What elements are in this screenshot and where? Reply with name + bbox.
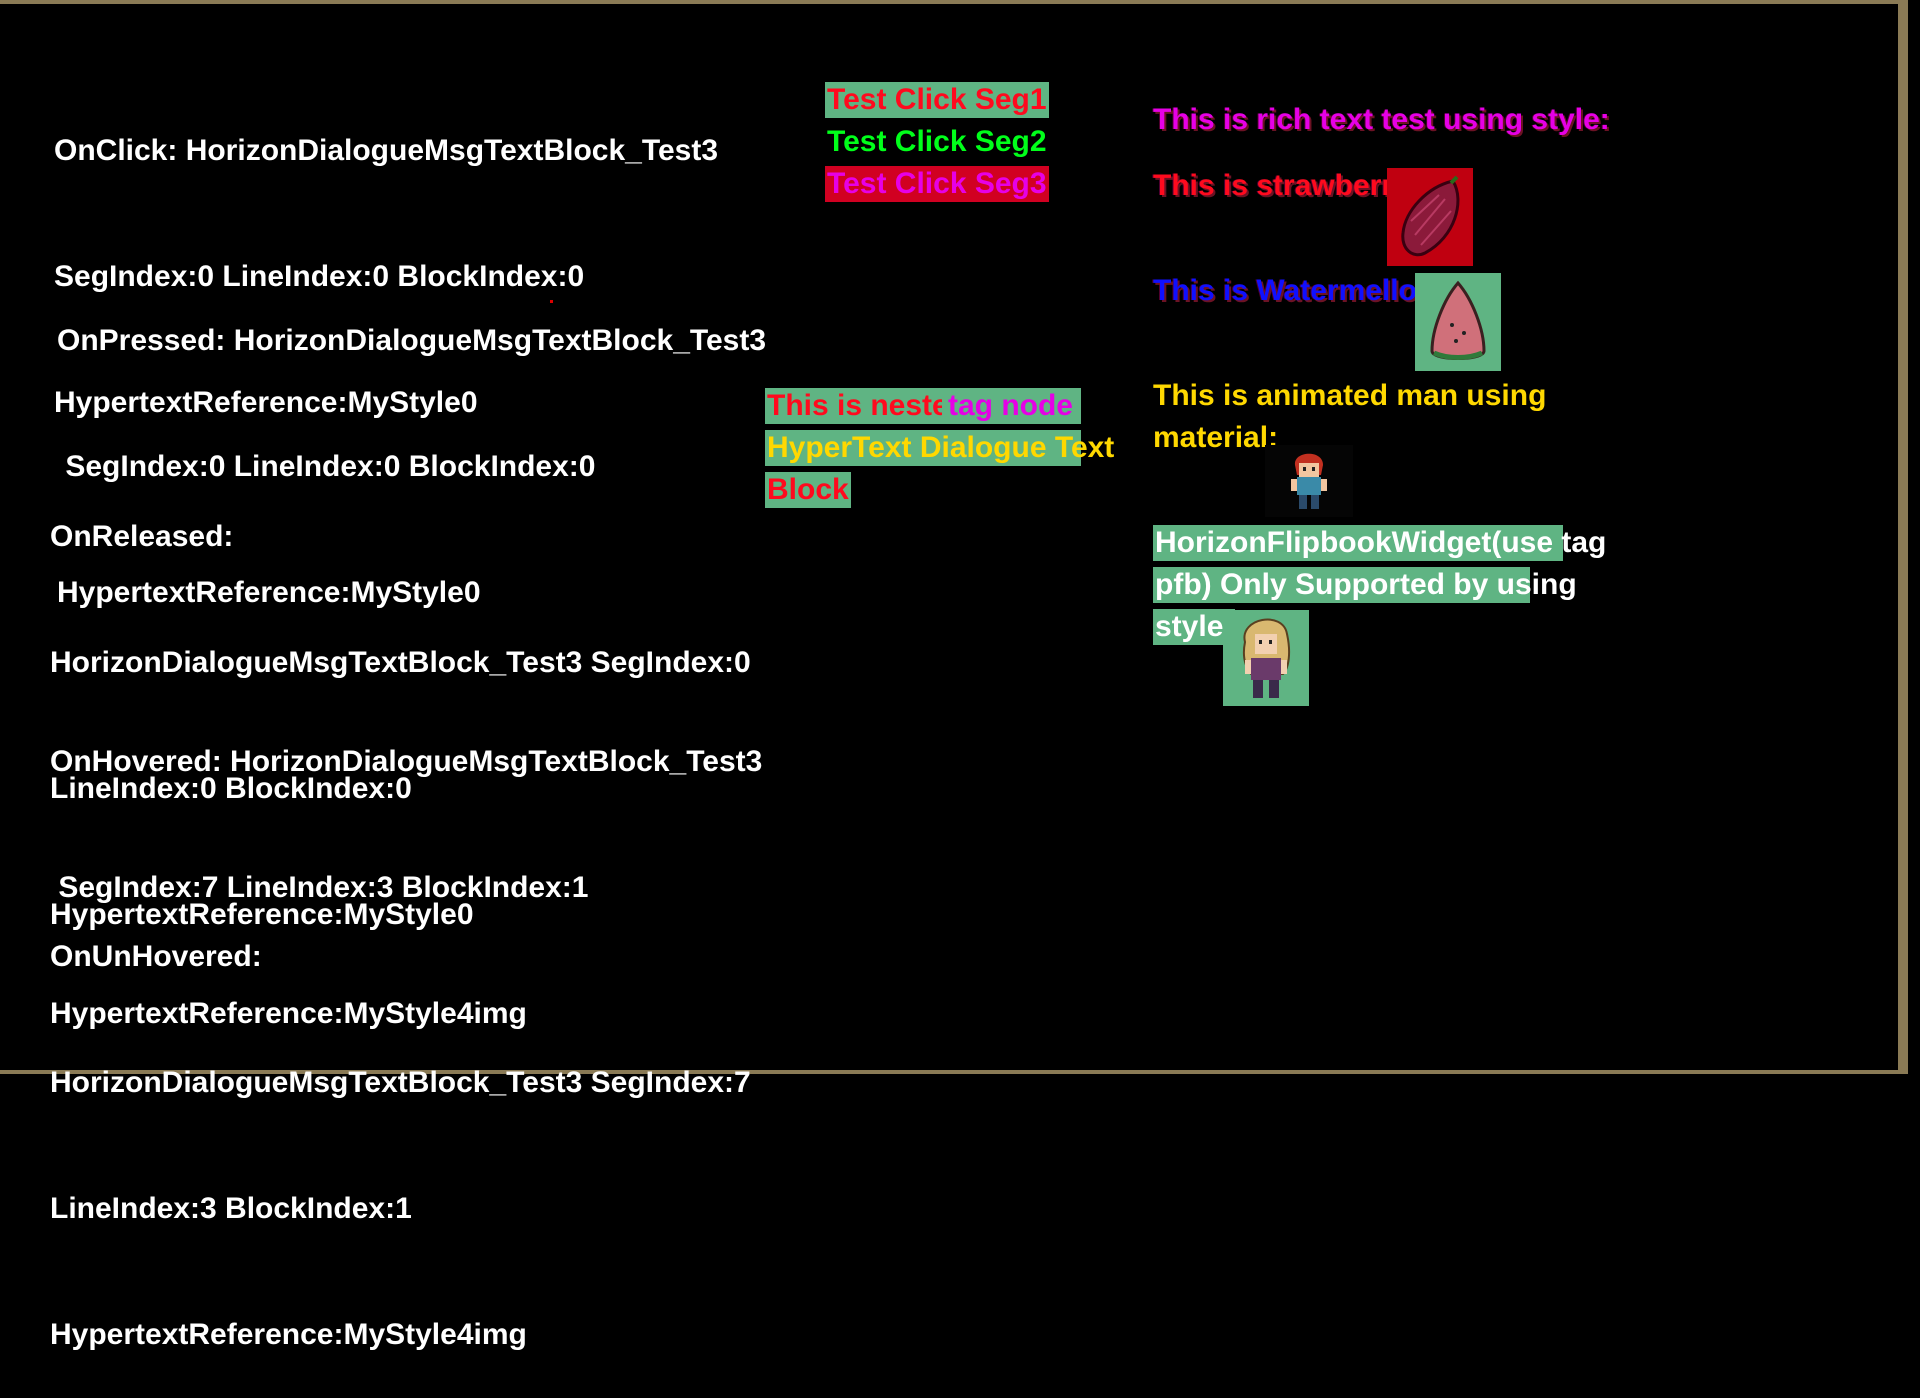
pixel-man-sprite-icon xyxy=(1265,445,1353,517)
log-line: OnUnHovered: xyxy=(50,940,262,973)
log-line: OnHovered: HorizonDialogueMsgTextBlock_T… xyxy=(50,745,763,778)
nested-text-part1[interactable]: This is nested xyxy=(765,388,967,424)
rich-text-style-line: This is rich text test using style: xyxy=(1153,103,1610,136)
onunhovered-log: OnUnHovered: HorizonDialogueMsgTextBlock… xyxy=(50,852,751,1398)
test-click-seg2-link[interactable]: Test Click Seg2 xyxy=(825,124,1049,160)
log-line: OnPressed: HorizonDialogueMsgTextBlock_T… xyxy=(57,324,767,357)
log-line: OnReleased: xyxy=(50,520,234,553)
flipbook-text-line1: HorizonFlipbookWidget(use tag xyxy=(1153,525,1607,561)
animated-man-text-line1: This is animated man using xyxy=(1153,379,1547,412)
nested-tag-node[interactable]: tag node xyxy=(942,388,1081,424)
watermelon-slice-icon xyxy=(1415,273,1501,371)
log-line: OnClick: HorizonDialogueMsgTextBlock_Tes… xyxy=(54,134,718,167)
log-line: LineIndex:3 BlockIndex:1 xyxy=(50,1192,412,1225)
nested-text-line2[interactable]: HyperText Dialogue Text xyxy=(765,430,1114,466)
log-line: HorizonDialogueMsgTextBlock_Test3 SegInd… xyxy=(50,1066,751,1099)
red-dot-marker xyxy=(550,300,553,303)
log-line: HypertextReference:MyStyle4img xyxy=(50,1318,527,1351)
strawberry-text: This is strawberry: xyxy=(1153,169,1420,202)
nested-text-line3[interactable]: Block xyxy=(765,472,851,508)
test-click-seg1-link[interactable]: Test Click Seg1 xyxy=(825,82,1049,118)
animated-man-text-line2: material: xyxy=(1153,421,1279,454)
watermelon-text: This is Watermellon: xyxy=(1153,274,1446,307)
test-click-seg3-link[interactable]: Test Click Seg3 xyxy=(825,166,1049,202)
pixel-girl-sprite-icon xyxy=(1223,610,1309,706)
flipbook-text-line2: pfb) Only Supported by using xyxy=(1153,567,1577,603)
strawberry-icon xyxy=(1387,168,1473,266)
